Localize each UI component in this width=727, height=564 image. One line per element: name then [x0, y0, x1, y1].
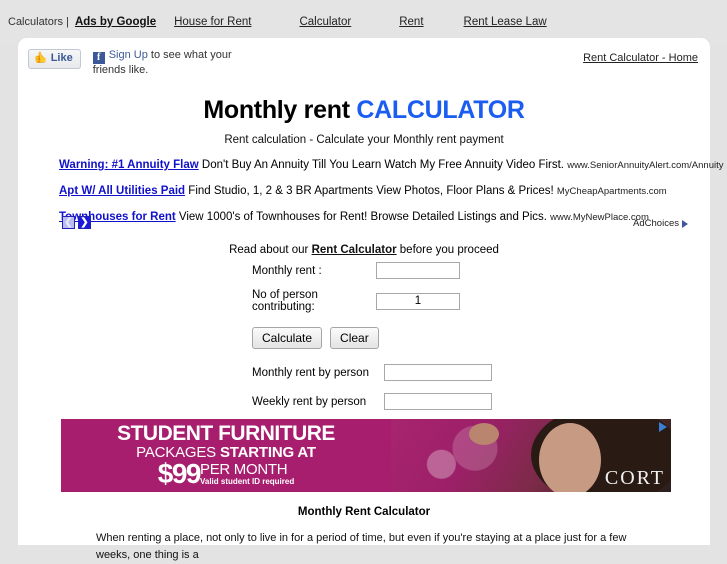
photo-face-shape — [539, 423, 601, 492]
top-nav-link-calculator[interactable]: Calculator — [299, 16, 351, 28]
monthly-rent-per-person-label: Monthly rent by person — [252, 366, 369, 379]
ads-by-google-link[interactable]: Ads by Google — [75, 16, 156, 28]
facebook-like-widget: 👍 Like f Sign Up to see what your friends… — [28, 49, 253, 77]
monthly-rent-label: Monthly rent : — [252, 264, 322, 277]
text-ad-title[interactable]: Apt W/ All Utilities Paid — [59, 185, 185, 197]
rent-calculator-article-link[interactable]: Rent Calculator — [312, 244, 397, 256]
google-text-ads: Warning: #1 Annuity Flaw Don't Buy An An… — [59, 158, 724, 236]
top-nav-link-house-for-rent[interactable]: House for Rent — [174, 16, 251, 28]
adchoices-link[interactable]: AdChoices — [633, 218, 688, 229]
page-subtitle: Rent calculation - Calculate your Monthl… — [224, 134, 504, 146]
persons-label: No of person contributing: — [252, 289, 318, 313]
monthly-rent-input[interactable] — [376, 262, 460, 279]
article-heading: Monthly Rent Calculator — [297, 506, 431, 518]
monthly-rent-per-person-output[interactable] — [384, 364, 492, 381]
adchoices-triangle-icon — [682, 219, 688, 228]
facebook-like-button[interactable]: 👍 Like — [28, 49, 81, 69]
banner-ad-price-side: PER MONTH Valid student ID required — [200, 462, 294, 487]
article-body-text: When renting a place, not only to live i… — [96, 532, 627, 561]
weekly-rent-per-person-output[interactable] — [384, 393, 492, 410]
text-ad-row[interactable]: Townhouses for Rent View 1000's of Townh… — [59, 210, 689, 225]
banner-ad-photo: CORT — [391, 419, 671, 492]
facebook-signup-text: f Sign Up to see what your friends like. — [92, 49, 253, 77]
photo-hand-shape — [469, 423, 499, 445]
banner-ad-per-month-label: PER MONTH — [199, 461, 288, 478]
banner-ad-starting-at-label: STARTING AT — [219, 444, 316, 461]
text-ad-description: View 1000's of Townhouses for Rent! Brow… — [175, 211, 551, 223]
weekly-rent-per-person-label: Weekly rent by person — [252, 395, 367, 408]
form-buttons: Calculate Clear — [18, 327, 710, 349]
text-ads-pager: ❮ ❯ — [62, 216, 91, 229]
banner-ad[interactable]: STUDENT FURNITURE PACKAGES STARTING AT $… — [61, 419, 671, 492]
calculate-button[interactable]: Calculate — [252, 327, 323, 349]
cort-logo: CORT — [604, 467, 665, 489]
facebook-icon: f — [92, 52, 105, 64]
monthly-rent-per-person-row: Monthly rent by person — [18, 364, 710, 381]
facebook-like-label: Like — [50, 52, 73, 64]
thumbs-up-icon: 👍 — [34, 52, 48, 64]
top-nav-link-rent-lease-law[interactable]: Rent Lease Law — [464, 16, 547, 28]
page-title: Monthly rent CALCULATOR — [18, 96, 710, 125]
banner-ad-text-panel: STUDENT FURNITURE PACKAGES STARTING AT $… — [61, 419, 391, 492]
text-ad-row[interactable]: Warning: #1 Annuity Flaw Don't Buy An An… — [59, 158, 724, 173]
read-about-suffix: before you proceed — [396, 244, 499, 256]
persons-row: No of person contributing: — [18, 289, 710, 313]
text-ad-url[interactable]: MyCheapApartments.com — [557, 186, 667, 197]
banner-ad-price: $99 — [157, 458, 202, 489]
text-ad-url[interactable]: www.SeniorAnnuityAlert.com/Annuity — [567, 160, 723, 171]
banner-adchoices-icon[interactable] — [659, 422, 667, 432]
text-ad-row[interactable]: Apt W/ All Utilities Paid Find Studio, 1… — [59, 184, 689, 199]
text-ad-description: Find Studio, 1, 2 & 3 BR Apartments View… — [185, 185, 557, 197]
clear-button[interactable]: Clear — [330, 327, 379, 349]
banner-ad-subheadline: PACKAGES STARTING AT — [61, 445, 391, 461]
banner-ad-fine-print: Valid student ID required — [199, 477, 295, 486]
adchoices-label: AdChoices — [633, 218, 679, 229]
read-about-prefix: Read about our — [229, 244, 312, 256]
read-about-notice: Read about our Rent Calculator before yo… — [18, 244, 710, 256]
banner-ad-price-block: $99 PER MONTH Valid student ID required — [61, 460, 391, 488]
monthly-rent-row: Monthly rent : — [18, 262, 710, 279]
weekly-rent-per-person-row: Weekly rent by person — [18, 393, 710, 410]
page-title-main: Monthly rent — [203, 96, 357, 124]
rent-calculator-form: Monthly rent : No of person contributing… — [18, 262, 710, 422]
text-ad-title[interactable]: Warning: #1 Annuity Flaw — [59, 159, 199, 171]
page-title-accent: CALCULATOR — [356, 96, 525, 124]
rent-calculator-home-link[interactable]: Rent Calculator - Home — [583, 52, 698, 64]
banner-ad-headline: STUDENT FURNITURE — [117, 422, 335, 445]
text-ad-description: Don't Buy An Annuity Till You Learn Watc… — [198, 159, 568, 171]
chevron-left-icon[interactable]: ❮ — [62, 216, 75, 229]
top-nav-link-rent[interactable]: Rent — [399, 16, 423, 28]
chevron-right-icon[interactable]: ❯ — [78, 216, 91, 229]
top-nav: Calculators | Ads by Google House for Re… — [8, 16, 583, 28]
persons-input[interactable] — [376, 292, 460, 310]
facebook-signup-link[interactable]: Sign Up — [109, 49, 148, 61]
page-panel: 👍 Like f Sign Up to see what your friends… — [18, 38, 724, 561]
top-nav-lead-label: Calculators | — [8, 16, 69, 28]
